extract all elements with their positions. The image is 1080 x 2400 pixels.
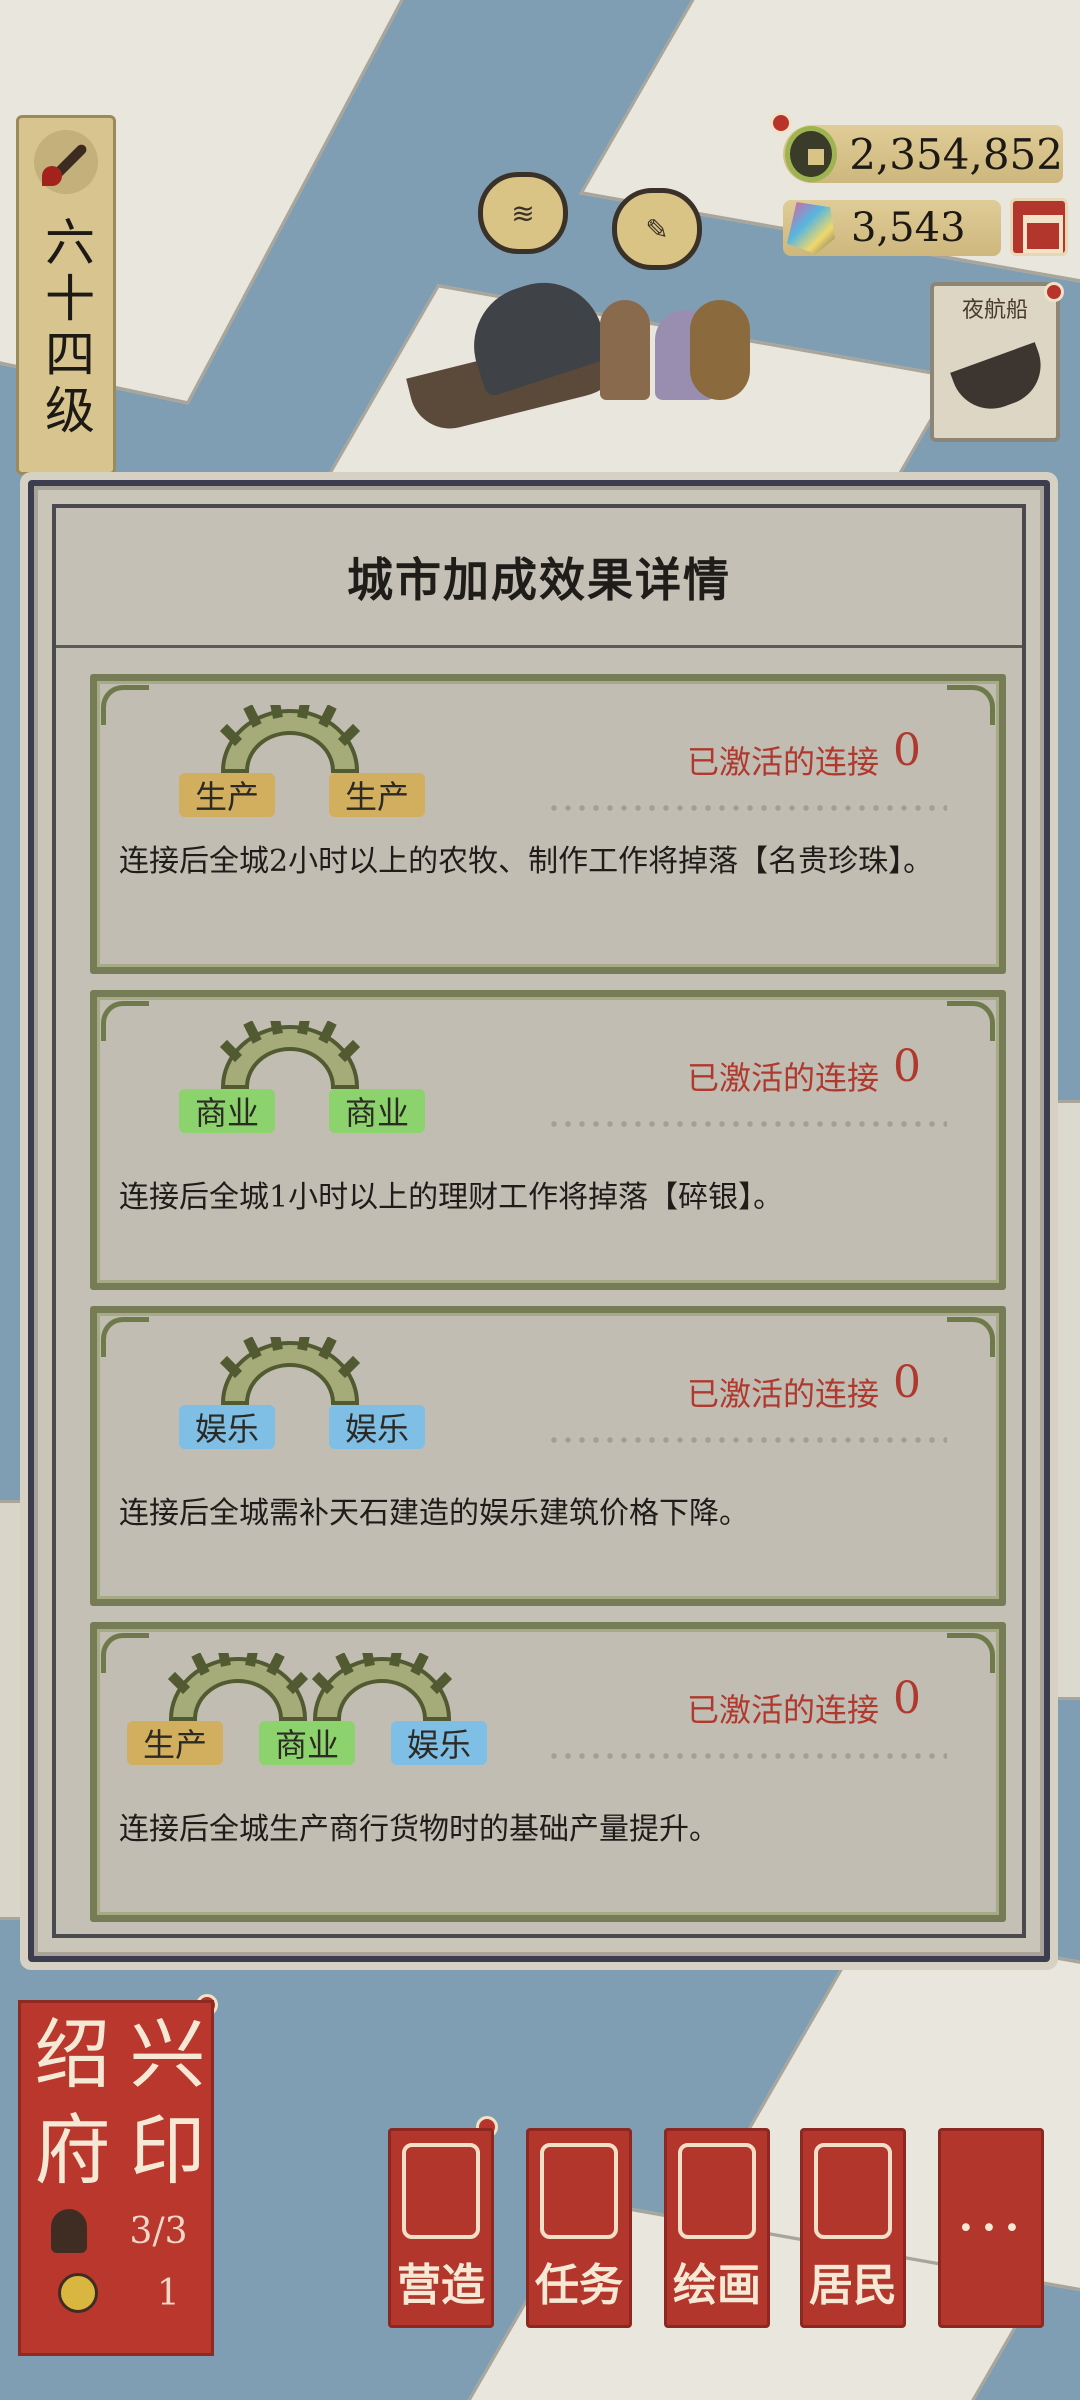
night-boat-event-button[interactable]: 夜航船 xyxy=(930,282,1060,442)
tag-business: 商业 xyxy=(329,1089,425,1133)
more-button[interactable]: ··· xyxy=(938,2128,1044,2328)
gem-amount: 3,543 xyxy=(851,205,966,251)
tag-entertainment: 娱乐 xyxy=(179,1405,275,1449)
residents-stat: 3/3 xyxy=(29,2203,209,2259)
corner-ornament xyxy=(101,685,149,725)
corner-ornament xyxy=(947,1633,995,1673)
bonus-description: 连接后全城生产商行货物时的基础产量提升。 xyxy=(119,1812,719,1847)
dialog-header: 城市加成效果详情 xyxy=(56,508,1022,648)
worker-icon xyxy=(58,2273,99,2313)
workers-stat: 1 xyxy=(29,2265,209,2321)
build-button[interactable]: 营造 xyxy=(388,2128,494,2328)
night-boat-label: 夜航船 xyxy=(961,298,1028,323)
resident-portrait-icon xyxy=(814,2143,892,2239)
residents-label: 居民 xyxy=(809,2260,897,2311)
painting-label: 绘画 xyxy=(673,2260,761,2311)
bonus-description: 连接后全城1小时以上的理财工作将掉落【碎银】。 xyxy=(119,1180,784,1215)
bridge-icon xyxy=(219,1021,361,1089)
bonus-description: 连接后全城需补天石建造的娱乐建筑价格下降。 xyxy=(119,1496,749,1531)
item-bubble-icon[interactable]: ✎ xyxy=(612,188,702,270)
bonus-card-entertainment: 娱乐 娱乐 已激活的连接 0 连接后全城需补天石建造的娱乐建筑价格下降。 xyxy=(90,1306,1006,1606)
copper-coin-icon xyxy=(785,126,838,182)
seal-char: 绍 xyxy=(34,2010,111,2099)
brush-icon xyxy=(34,130,98,194)
tasks-button[interactable]: 任务 xyxy=(526,2128,632,2328)
horse-sprite[interactable] xyxy=(690,300,750,400)
notification-dot xyxy=(770,112,792,134)
night-boat-icon xyxy=(950,342,1052,420)
sky-stone-icon xyxy=(787,202,835,254)
tag-entertainment: 娱乐 xyxy=(329,1405,425,1449)
bonus-description: 连接后全城2小时以上的农牧、制作工作将掉落【名贵珍珠】。 xyxy=(119,844,934,879)
corner-ornament xyxy=(101,1317,149,1357)
shop-icon[interactable] xyxy=(1010,198,1068,256)
residents-count: 3/3 xyxy=(129,2210,188,2252)
active-connections-label: 已激活的连接 xyxy=(686,1375,879,1413)
more-dots-icon: ··· xyxy=(956,2193,1026,2263)
tag-production: 生产 xyxy=(127,1721,223,1765)
player-level-badge[interactable]: 六十四级 xyxy=(16,115,116,475)
villager-sprite[interactable] xyxy=(600,300,650,400)
scroll-icon xyxy=(678,2143,756,2239)
seal-char: 兴 xyxy=(129,2010,206,2099)
corner-ornament xyxy=(947,1001,995,1041)
corner-ornament xyxy=(101,1001,149,1041)
active-connections-label: 已激活的连接 xyxy=(686,743,879,781)
pavilion-icon xyxy=(402,2143,480,2239)
active-connections-label: 已激活的连接 xyxy=(686,1059,879,1097)
seal-title: 绍 兴 府 印 xyxy=(25,2007,215,2199)
build-label: 营造 xyxy=(397,2260,485,2311)
corner-ornament xyxy=(947,1317,995,1357)
dialog-body: 城市加成效果详情 生产 生产 已激活的连接 0 连接后全城2小时以上的农牧、制作… xyxy=(52,504,1026,1938)
dotted-divider xyxy=(547,1753,947,1759)
book-icon xyxy=(540,2143,618,2239)
bridge-icon xyxy=(311,1653,453,1721)
tag-business: 商业 xyxy=(259,1721,355,1765)
city-bonus-dialog: 城市加成效果详情 生产 生产 已激活的连接 0 连接后全城2小时以上的农牧、制作… xyxy=(28,480,1050,1962)
active-connections-count: 0 xyxy=(893,1673,921,1724)
residents-button[interactable]: 居民 xyxy=(800,2128,906,2328)
active-connections-count: 0 xyxy=(893,725,921,776)
seal-char: 印 xyxy=(129,2106,206,2195)
bridge-icon xyxy=(167,1653,309,1721)
dotted-divider xyxy=(547,805,947,811)
bridge-icon xyxy=(219,1337,361,1405)
resident-icon xyxy=(50,2209,87,2253)
seal-char: 府 xyxy=(34,2106,111,2195)
active-connections-label: 已激活的连接 xyxy=(686,1691,879,1729)
notification-dot xyxy=(1044,282,1064,302)
tag-business: 商业 xyxy=(179,1089,275,1133)
tasks-label: 任务 xyxy=(535,2260,623,2311)
coin-amount: 2,354,852 xyxy=(849,129,1063,179)
painting-button[interactable]: 绘画 xyxy=(664,2128,770,2328)
corner-ornament xyxy=(947,685,995,725)
dotted-divider xyxy=(547,1437,947,1443)
bonus-card-production: 生产 生产 已激活的连接 0 连接后全城2小时以上的农牧、制作工作将掉落【名贵珍… xyxy=(90,674,1006,974)
tag-production: 生产 xyxy=(329,773,425,817)
active-connections-count: 0 xyxy=(893,1041,921,1092)
bonus-card-combined: 生产 商业 娱乐 已激活的连接 0 连接后全城生产商行货物时的基础产量提升。 xyxy=(90,1622,1006,1922)
bridge-icon xyxy=(219,705,361,773)
dotted-divider xyxy=(547,1121,947,1127)
bonus-card-business: 商业 商业 已激活的连接 0 连接后全城1小时以上的理财工作将掉落【碎银】。 xyxy=(90,990,1006,1290)
tag-production: 生产 xyxy=(179,773,275,817)
corner-ornament xyxy=(101,1633,149,1673)
coin-counter[interactable]: 2,354,852 xyxy=(783,125,1063,183)
level-text: 六十四级 xyxy=(37,216,95,440)
gem-counter[interactable]: 3,543 xyxy=(783,200,1001,256)
active-connections-count: 0 xyxy=(893,1357,921,1408)
speech-bubble-icon[interactable]: ≋ xyxy=(478,172,568,254)
city-seal-button[interactable]: 绍 兴 府 印 3/3 1 xyxy=(18,2000,214,2356)
tag-entertainment: 娱乐 xyxy=(391,1721,487,1765)
dialog-title: 城市加成效果详情 xyxy=(347,552,731,607)
workers-count: 1 xyxy=(156,2272,180,2314)
